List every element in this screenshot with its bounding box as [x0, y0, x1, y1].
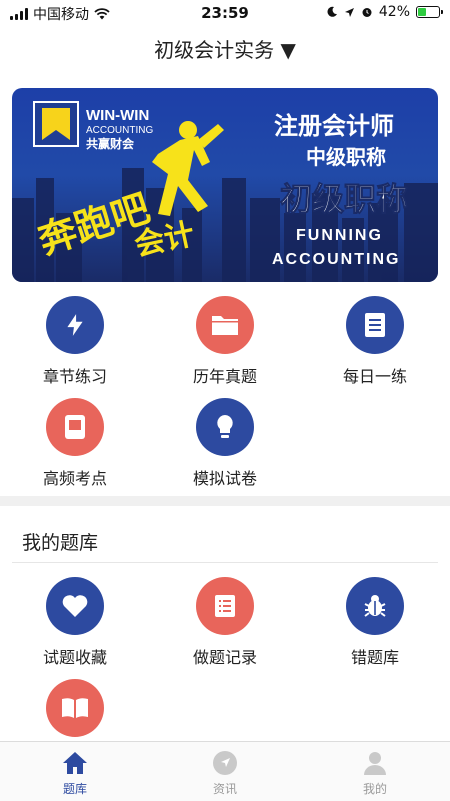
feature-daily-practice[interactable]: 每日一练: [300, 296, 450, 387]
my-bank-wrong-questions[interactable]: 错题库: [300, 577, 450, 668]
feature-past-exams[interactable]: 历年真题: [150, 296, 300, 387]
my-bank-label: 试题收藏: [42, 648, 107, 667]
lightbulb-icon: [196, 398, 254, 456]
section-rule: [12, 562, 438, 563]
feature-key-points[interactable]: 高频考点: [0, 398, 150, 489]
subject-title[interactable]: 初级会计实务 ▼: [154, 38, 296, 62]
alarm-icon: [362, 8, 372, 17]
status-right: 42%: [326, 4, 443, 20]
tab-news[interactable]: 资讯: [150, 748, 300, 797]
lightning-icon: [46, 296, 104, 354]
moon-icon: [327, 6, 337, 17]
compass-icon: [150, 748, 300, 778]
promo-banner[interactable]: WIN-WIN ACCOUNTING 共赢财会 奔跑吧 会计 注册会计师 中级职…: [12, 88, 438, 282]
tab-mine[interactable]: 我的: [300, 748, 450, 797]
tab-label: 资讯: [212, 782, 237, 796]
notebook-icon: [46, 398, 104, 456]
list-icon: [196, 577, 254, 635]
battery-level: [418, 8, 426, 16]
location-arrow-icon: [344, 7, 354, 17]
subject-selector[interactable]: 初级会计实务 ▼: [0, 34, 450, 63]
my-bank-favorites[interactable]: 试题收藏: [0, 577, 150, 668]
tab-label: 题库: [62, 782, 87, 796]
battery-percent: 42%: [378, 4, 410, 20]
my-bank-label: 做题记录: [192, 648, 257, 667]
banner-en-2: ACCOUNTING: [272, 251, 400, 268]
tab-bar: 题库 资讯 我的: [0, 741, 450, 801]
feature-label: 高频考点: [42, 469, 107, 488]
runner-figure: [152, 121, 224, 216]
my-bank-history[interactable]: 做题记录: [150, 577, 300, 668]
banner-art: WIN-WIN ACCOUNTING 共赢财会 奔跑吧 会计 注册会计师 中级职…: [12, 101, 438, 282]
person-icon: [300, 748, 450, 778]
banner-en-1: FUNNING: [296, 227, 383, 244]
banner-line-1: 注册会计师: [274, 112, 394, 140]
book-icon: [46, 679, 104, 737]
heart-icon: [46, 577, 104, 635]
banner-brand-cn: 共赢财会: [86, 136, 135, 151]
feature-label: 每日一练: [342, 367, 407, 386]
tab-question-bank[interactable]: 题库: [0, 748, 150, 797]
feature-chapter-practice[interactable]: 章节练习: [0, 296, 150, 387]
banner-brand-sub: ACCOUNTING: [86, 125, 153, 136]
home-icon: [0, 748, 150, 778]
document-icon: [346, 296, 404, 354]
feature-label: 章节练习: [42, 367, 107, 386]
tab-label: 我的: [362, 782, 387, 796]
feature-label: 模拟试卷: [192, 469, 257, 488]
bug-icon: [346, 577, 404, 635]
my-bank-notes[interactable]: [0, 679, 150, 737]
banner-line-2: 中级职称: [306, 145, 386, 169]
feature-mock-exam[interactable]: 模拟试卷: [150, 398, 300, 489]
my-bank-title: 我的题库: [22, 532, 99, 554]
my-bank-label: 错题库: [350, 648, 399, 667]
folder-icon: [196, 296, 254, 354]
banner-brand-en: WIN-WIN: [86, 107, 149, 124]
section-divider: [0, 496, 450, 506]
banner-line-3: 初级职称: [280, 180, 408, 218]
feature-label: 历年真题: [192, 367, 257, 386]
battery-icon: [416, 6, 443, 18]
status-bar: 中国移动 23:59 42%: [0, 0, 450, 26]
